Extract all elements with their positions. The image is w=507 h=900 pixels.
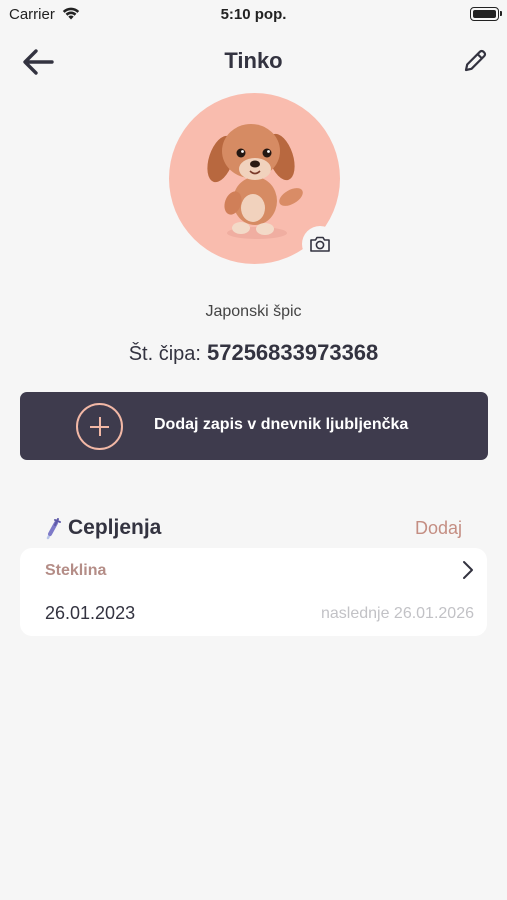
chip-number: 57256833973368 bbox=[206, 340, 379, 365]
add-vaccination-button[interactable]: Dodaj bbox=[415, 518, 462, 539]
status-time: 5:10 pop. bbox=[220, 6, 287, 23]
battery-icon bbox=[470, 7, 502, 21]
chevron-right-icon bbox=[463, 561, 473, 579]
vaccination-name: Steklina bbox=[45, 562, 107, 579]
back-button[interactable] bbox=[20, 45, 60, 79]
vaccinations-title: Cepljenja bbox=[68, 516, 162, 539]
edit-button[interactable] bbox=[460, 46, 492, 78]
vaccination-card[interactable]: Steklina 26.01.2023 naslednje 26.01.2026 bbox=[20, 548, 487, 636]
plus-circle-icon bbox=[76, 403, 123, 450]
camera-icon bbox=[310, 236, 330, 252]
chip-number-row: Št. čipa: 57256833973368 bbox=[0, 340, 507, 366]
chip-label: Št. čipa: bbox=[128, 343, 201, 365]
nav-bar: Tinko bbox=[0, 40, 507, 84]
syringe-icon bbox=[46, 518, 61, 540]
page-title: Tinko bbox=[224, 48, 283, 73]
change-photo-button[interactable] bbox=[302, 226, 338, 262]
pet-breed: Japonski špic bbox=[205, 303, 302, 320]
add-diary-entry-button[interactable]: Dodaj zapis v dnevnik ljubljenčka bbox=[20, 392, 488, 460]
add-diary-entry-label: Dodaj zapis v dnevnik ljubljenčka bbox=[154, 416, 409, 433]
arrow-left-icon bbox=[23, 49, 54, 75]
vaccination-date: 26.01.2023 bbox=[45, 603, 136, 623]
pencil-icon bbox=[464, 49, 487, 72]
status-bar: Carrier 5:10 pop. bbox=[0, 0, 507, 30]
vaccinations-header: Cepljenja Dodaj bbox=[20, 512, 488, 546]
vaccination-next-date: naslednje 26.01.2026 bbox=[320, 605, 474, 622]
